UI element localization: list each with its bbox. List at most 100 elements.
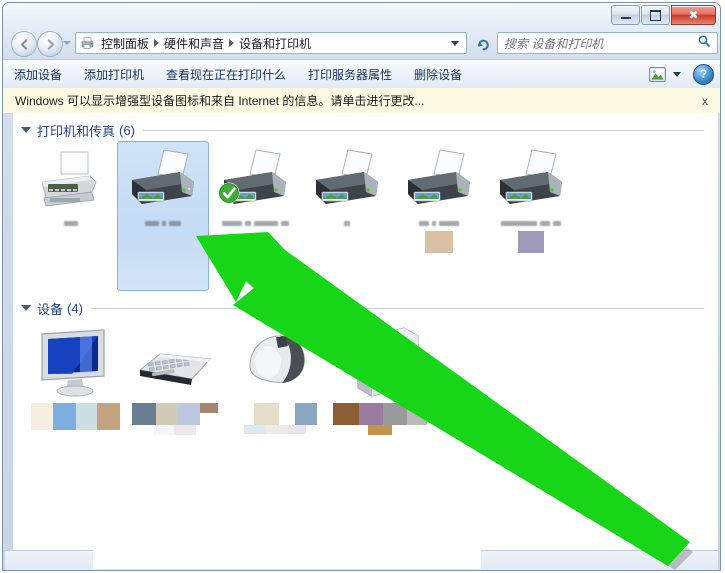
change-view-icon[interactable] [647,65,667,83]
group-count: (6) [119,122,135,138]
toolbar-item-add-printer[interactable]: 添加打印机 [74,62,154,87]
redaction-block [154,425,174,435]
printer-icon [400,148,478,214]
window-control-buttons: ✖ [611,5,716,25]
items-view: 打印机和传真 (6) 设备 (4) [13,113,718,556]
help-icon[interactable]: ? [693,63,714,85]
redaction-block [244,425,266,434]
forward-arrow-icon [47,38,54,50]
triangle-down-icon[interactable] [21,127,31,133]
tile-printer-5[interactable] [485,141,577,291]
toolbar-item-see-whats-printing[interactable]: 查看现在正在打印什么 [156,62,296,87]
redaction-block [359,403,383,425]
toolbar-item-remove-device[interactable]: 删除设备 [404,62,472,87]
status-bar [5,543,718,570]
search-input[interactable]: 搜索 设备和打印机 [504,35,697,52]
group-header-printers-and-faxes[interactable]: 打印机和传真 (6) [13,119,718,141]
toolbar-item-add-device[interactable]: 添加设备 [4,62,72,87]
maximize-button[interactable] [641,5,670,25]
tile-label-printer-4 [395,218,483,228]
redaction-block [30,403,53,430]
printers-tile-row [13,141,718,291]
tile-printer-3[interactable] [301,141,393,291]
label-segment [221,220,242,226]
label-segment [553,220,561,226]
default-printer-check-badge [218,182,240,204]
breadcrumb-item-1[interactable]: 硬件和声音 [161,34,227,53]
tile-label-printer-5 [487,218,575,228]
breadcrumb: 控制面板 硬件和声音 设备和打印机 [98,34,451,53]
tile-redactions [125,403,225,435]
address-bar-row: 控制面板 硬件和声音 设备和打印机 搜索 设备和打印机 [3,29,720,59]
label-segment [64,220,78,226]
tile-scanner-device[interactable] [325,319,435,449]
tile-label-fax [27,218,115,228]
back-button[interactable] [11,31,37,57]
fax-icon [32,148,110,214]
redaction-block [294,403,317,425]
refresh-icon [477,39,489,50]
breadcrumb-separator-1[interactable] [229,39,235,47]
tile-printer-1[interactable] [117,141,209,291]
redaction-block [156,403,178,425]
minimize-icon [620,17,631,19]
redaction-block [174,425,196,435]
breadcrumb-separator-0[interactable] [154,39,160,47]
notification-close-icon[interactable]: x [702,94,708,108]
blurred-label [221,218,289,228]
tile-label-printer-3 [303,218,391,228]
redaction-block [368,425,392,435]
forward-button[interactable] [37,31,63,57]
blurred-label [344,218,350,228]
search-icon [697,34,711,53]
keyboard-icon [132,326,218,400]
tile-printer-2[interactable] [209,141,301,291]
label-segment [419,220,429,226]
back-arrow-icon [20,38,27,50]
tile-mouse-device[interactable] [225,319,325,449]
tile-label-printer-1 [119,218,207,228]
label-segment [432,220,436,226]
view-chevron-down-icon[interactable] [673,71,681,77]
tile-printer-4[interactable] [393,141,485,291]
scanner-icon [332,326,428,400]
tile-keyboard-device[interactable] [125,319,225,449]
label-segment [501,220,537,226]
address-dropdown-chevron-icon[interactable] [451,40,459,46]
redaction-block [278,403,295,425]
redaction-block [200,403,218,413]
blurred-label [419,218,459,228]
blurred-label [64,218,78,228]
tile-label-printer-2 [211,218,299,228]
close-button[interactable]: ✖ [671,5,716,25]
redaction-block [52,403,76,430]
maximize-icon [650,9,661,21]
address-bar[interactable]: 控制面板 硬件和声音 设备和打印机 [75,32,467,54]
info-notification-bar[interactable]: Windows 可以显示增强型设备图标和来自 Internet 的信息。请单击进… [3,88,720,114]
minimize-button[interactable] [611,5,640,25]
title-bar[interactable]: ✖ [3,3,720,29]
label-segment [162,220,166,226]
group-header-devices[interactable]: 设备 (4) [13,297,718,319]
command-bar-right-group: ? [647,60,714,88]
tile-fax-device[interactable] [25,141,117,291]
command-bar: 添加设备 添加打印机 查看现在正在打印什么 打印服务器属性 删除设备 ? [3,59,720,89]
triangle-down-icon[interactable] [21,305,31,311]
blurred-label [501,218,561,228]
search-box[interactable]: 搜索 设备和打印机 [497,32,718,54]
printer-icon [492,148,570,214]
close-icon: ✖ [688,8,699,22]
refresh-button[interactable] [471,32,495,56]
toolbar-item-print-server-properties[interactable]: 打印服务器属性 [298,62,402,87]
devices-and-printers-window: ✖ 控制面板 硬件和声音 设备和打印机 搜索 设备和打印机 添加设备 添加打印机… [0,0,725,573]
tile-redactions [393,231,485,253]
group-title: 打印机和传真 [37,123,116,139]
status-bar-details-panel [93,543,481,569]
devices-tile-row [13,319,718,449]
recent-pages-chevron-icon[interactable] [63,41,71,45]
breadcrumb-item-2[interactable]: 设备和打印机 [236,34,314,53]
tile-monitor-device[interactable] [25,319,125,449]
breadcrumb-item-0[interactable]: 控制面板 [98,34,152,53]
label-segment [244,220,251,226]
printer-icon [308,148,386,214]
